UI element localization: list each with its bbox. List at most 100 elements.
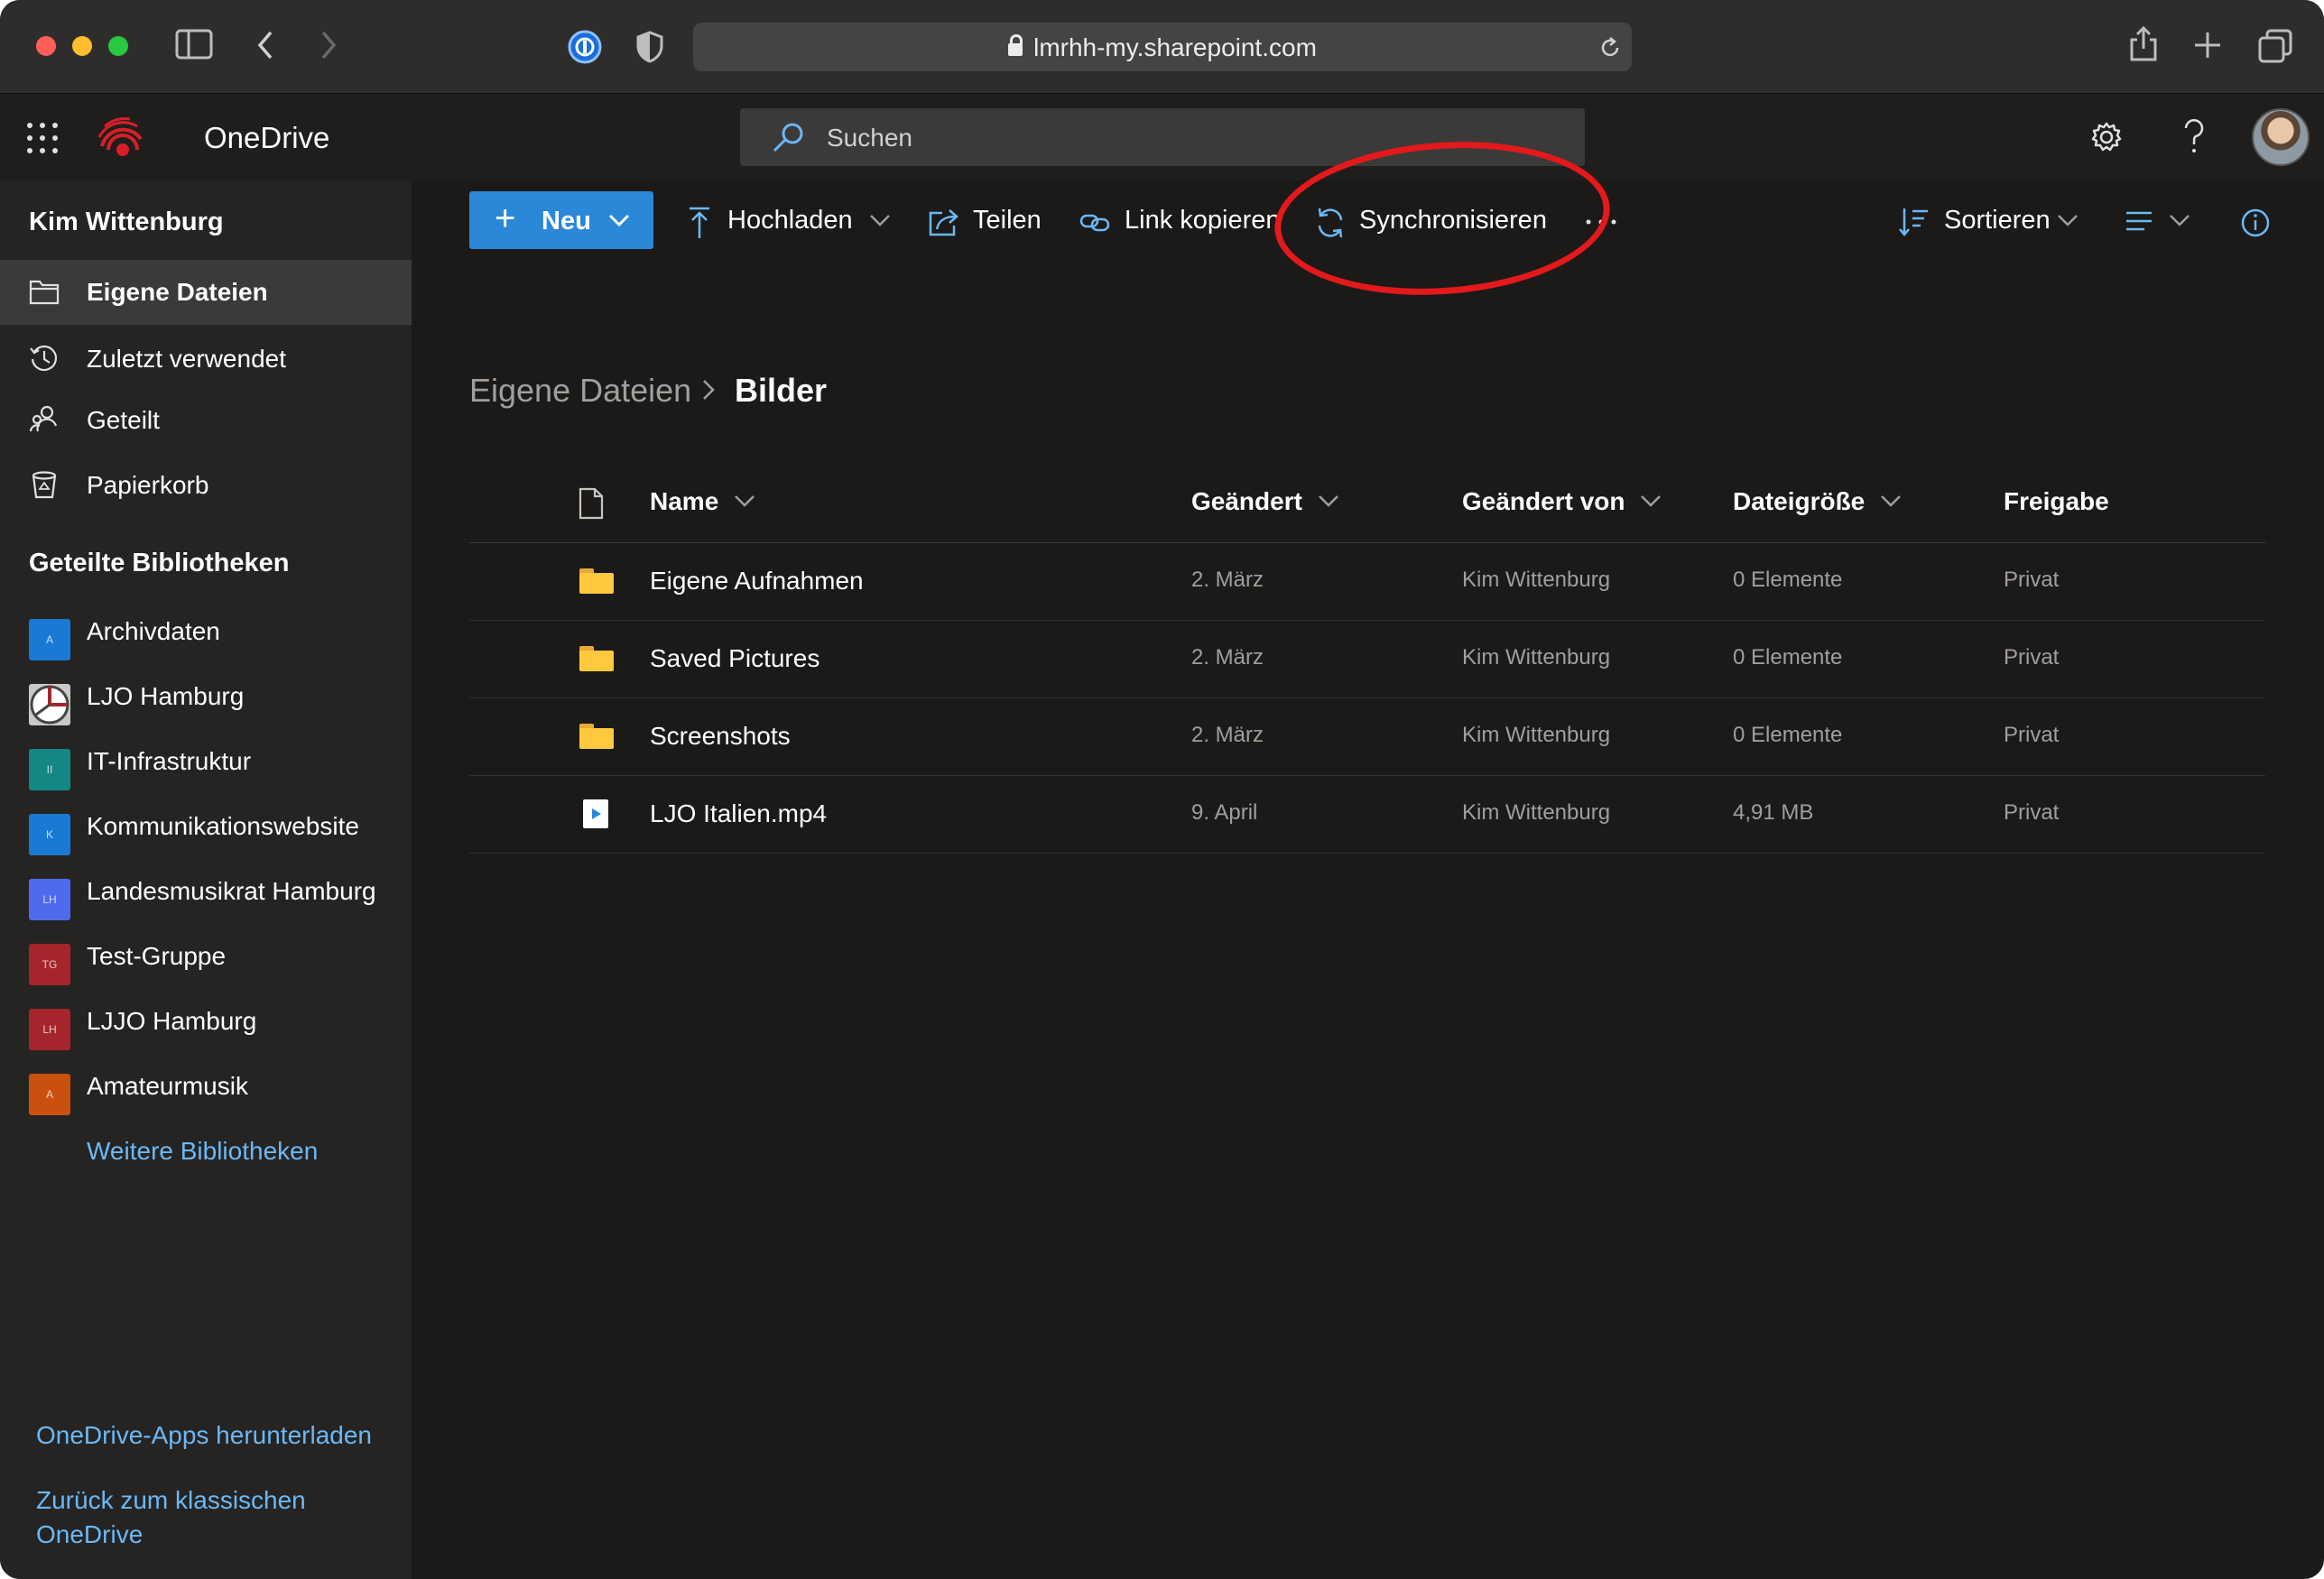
classic-onedrive-link[interactable]: Zurück zum klassischen OneDrive <box>36 1483 306 1552</box>
library-label: Archivdaten <box>87 617 220 645</box>
modified-by: Kim Wittenburg <box>1462 568 1611 592</box>
upload-button[interactable]: Hochladen <box>688 206 904 242</box>
app-title[interactable]: OneDrive <box>204 121 329 155</box>
library-label: Test-Gruppe <box>87 942 227 970</box>
share-icon[interactable] <box>2128 25 2159 63</box>
address-bar[interactable]: lmrhh-my.sharepoint.com <box>693 23 1632 71</box>
nav-item-recycle-bin[interactable]: Papierkorb <box>0 453 412 518</box>
nav-item-my-files[interactable]: Eigene Dateien <box>0 260 412 325</box>
nav-item-shared[interactable]: Geteilt <box>0 388 412 453</box>
settings-gear-icon[interactable] <box>2090 121 2123 153</box>
link-icon <box>1079 214 1110 232</box>
tab-overview-icon[interactable] <box>2258 29 2292 63</box>
search-input[interactable]: Suchen <box>827 124 912 152</box>
column-modified[interactable]: Geändert <box>1191 487 1340 516</box>
chevron-down-icon <box>1881 495 1901 507</box>
library-ljjo-hamburg[interactable]: LH LJJO Hamburg <box>0 989 412 1054</box>
view-options-button[interactable] <box>2125 206 2197 242</box>
new-tab-icon[interactable] <box>2193 31 2222 60</box>
library-tile: TG <box>29 944 70 985</box>
nav-item-label: Zuletzt verwendet <box>87 345 286 373</box>
library-tile: A <box>29 1074 70 1115</box>
column-sharing[interactable]: Freigabe <box>2004 487 2109 516</box>
sort-button[interactable]: Sortieren <box>1899 206 2088 242</box>
library-label: Kommunikationswebsite <box>87 812 359 840</box>
file-size: 0 Elemente <box>1733 645 1843 669</box>
sort-label: Sortieren <box>1944 206 2051 235</box>
info-icon <box>2241 208 2270 237</box>
app-launcher-icon[interactable] <box>27 123 58 153</box>
minimize-window-button[interactable] <box>72 36 92 56</box>
nav-item-label: Geteilt <box>87 406 160 434</box>
url-text: lmrhh-my.sharepoint.com <box>1033 33 1317 61</box>
file-size: 0 Elemente <box>1733 568 1843 592</box>
help-icon[interactable] <box>2182 119 2206 155</box>
forward-icon[interactable] <box>318 29 339 61</box>
share-label: Teilen <box>973 206 1042 235</box>
upload-label: Hochladen <box>727 206 853 235</box>
sharing-status: Privat <box>2004 723 2060 747</box>
sharing-status: Privat <box>2004 568 2060 592</box>
library-label: IT-Infrastruktur <box>87 747 252 775</box>
modified-by: Kim Wittenburg <box>1462 723 1611 747</box>
library-label: LJO Hamburg <box>87 682 245 710</box>
library-landesmusikrat-hamburg[interactable]: LH Landesmusikrat Hamburg <box>0 859 412 924</box>
privacy-shield-icon[interactable] <box>635 31 664 63</box>
library-label: LJJO Hamburg <box>87 1007 257 1035</box>
share-button[interactable]: Teilen <box>928 206 1045 242</box>
new-button[interactable]: + Neu <box>469 191 653 249</box>
user-avatar[interactable] <box>2252 108 2310 166</box>
modified-date: 9. April <box>1191 800 1258 825</box>
library-tile: LH <box>29 879 70 920</box>
file-name[interactable]: LJO Italien.mp4 <box>650 799 827 828</box>
library-amateurmusik[interactable]: A Amateurmusik <box>0 1054 412 1119</box>
new-button-label: Neu <box>542 207 591 235</box>
zoom-window-button[interactable] <box>108 36 128 56</box>
file-name[interactable]: Eigene Aufnahmen <box>650 567 864 596</box>
library-kommunikationswebsite[interactable]: K Kommunikationswebsite <box>0 794 412 859</box>
file-name[interactable]: Saved Pictures <box>650 644 819 673</box>
nav-item-label: Papierkorb <box>87 471 209 499</box>
reload-icon[interactable] <box>1597 35 1623 60</box>
search-icon <box>773 123 803 152</box>
classic-link-line2: OneDrive <box>36 1520 144 1548</box>
back-icon[interactable] <box>255 29 276 61</box>
library-test-gruppe[interactable]: TG Test-Gruppe <box>0 924 412 989</box>
breadcrumb-parent[interactable]: Eigene Dateien <box>469 372 691 410</box>
folder-icon <box>579 724 614 749</box>
history-icon <box>30 345 58 372</box>
library-archivdaten[interactable]: A Archivdaten <box>0 599 412 664</box>
column-name[interactable]: Name <box>650 487 756 516</box>
plus-icon: + <box>495 199 516 238</box>
library-tile: K <box>29 814 70 855</box>
password-manager-icon[interactable] <box>567 29 603 65</box>
chevron-right-icon <box>703 380 715 400</box>
file-row[interactable]: Saved Pictures 2. März Kim Wittenburg 0 … <box>469 621 2265 698</box>
sidebar-toggle-icon[interactable] <box>175 29 213 60</box>
details-pane-button[interactable] <box>2240 206 2276 242</box>
file-row[interactable]: Eigene Aufnahmen 2. März Kim Wittenburg … <box>469 543 2265 621</box>
column-size[interactable]: Dateigröße <box>1733 487 1903 516</box>
nav-item-recent[interactable]: Zuletzt verwendet <box>0 327 412 392</box>
close-window-button[interactable] <box>36 36 56 56</box>
libraries-heading: Geteilte Bibliotheken <box>29 549 290 577</box>
file-name[interactable]: Screenshots <box>650 722 791 751</box>
chevron-down-icon <box>1318 495 1338 507</box>
more-libraries-link[interactable]: Weitere Bibliotheken <box>87 1137 318 1166</box>
sort-icon <box>1899 208 1928 236</box>
organization-logo <box>97 117 143 156</box>
copy-link-label: Link kopieren <box>1125 206 1281 235</box>
download-apps-link[interactable]: OneDrive-Apps herunterladen <box>36 1418 372 1453</box>
copy-link-button[interactable]: Link kopieren <box>1079 206 1287 242</box>
library-label: Amateurmusik <box>87 1072 248 1100</box>
list-view-icon <box>2126 211 2152 231</box>
library-tile: A <box>29 619 70 660</box>
column-modified-by[interactable]: Geändert von <box>1462 487 1662 516</box>
library-it-infrastruktur[interactable]: II IT-Infrastruktur <box>0 729 412 794</box>
file-type-icon[interactable] <box>578 487 605 520</box>
breadcrumb-current: Bilder <box>735 372 828 409</box>
file-row[interactable]: Screenshots 2. März Kim Wittenburg 0 Ele… <box>469 698 2265 776</box>
file-row[interactable]: LJO Italien.mp4 9. April Kim Wittenburg … <box>469 776 2265 854</box>
library-ljo-hamburg[interactable]: LJO Hamburg <box>0 664 412 729</box>
library-tile: LH <box>29 1009 70 1050</box>
